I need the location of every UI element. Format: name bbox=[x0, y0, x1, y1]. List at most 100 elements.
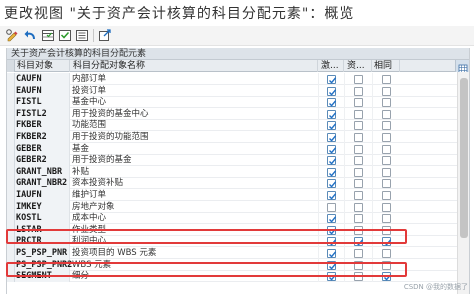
scrollbar-thumb[interactable] bbox=[460, 78, 468, 238]
asset-checkbox[interactable] bbox=[354, 86, 363, 96]
column-header-code[interactable]: 科目对象 bbox=[15, 60, 70, 72]
table-row[interactable]: LSTAR 作业类型 bbox=[7, 223, 469, 236]
table-row[interactable]: CAUFN 内部订单 bbox=[7, 73, 469, 85]
table-row[interactable]: FKBER 功能范围 bbox=[7, 119, 469, 132]
row-selector[interactable] bbox=[7, 131, 15, 143]
asset-checkbox[interactable] bbox=[354, 98, 363, 108]
row-selector[interactable] bbox=[7, 154, 15, 167]
active-checkbox[interactable] bbox=[327, 144, 337, 154]
table-settings-icon[interactable] bbox=[455, 60, 469, 74]
active-checkbox[interactable] bbox=[327, 191, 337, 200]
asset-checkbox[interactable] bbox=[354, 214, 363, 224]
row-selector[interactable] bbox=[7, 223, 15, 236]
same-checkbox[interactable] bbox=[382, 133, 391, 142]
asset-checkbox[interactable] bbox=[354, 202, 363, 212]
asset-checkbox[interactable] bbox=[354, 237, 364, 247]
table-row[interactable]: PS_PSP_PNR 投资项目的 WBS 元素 bbox=[7, 247, 469, 259]
undo-icon[interactable] bbox=[23, 28, 37, 43]
active-checkbox[interactable] bbox=[327, 249, 337, 258]
active-checkbox[interactable] bbox=[327, 133, 337, 142]
asset-checkbox[interactable] bbox=[354, 179, 363, 189]
same-checkbox[interactable] bbox=[382, 98, 391, 108]
row-selector[interactable] bbox=[7, 189, 15, 201]
row-selector[interactable] bbox=[7, 258, 15, 271]
table-row[interactable]: GRANT_NBR 补贴 bbox=[7, 165, 469, 178]
asset-checkbox[interactable] bbox=[354, 121, 363, 131]
row-selector[interactable] bbox=[7, 107, 15, 120]
same-checkbox[interactable] bbox=[382, 191, 391, 200]
export-icon[interactable] bbox=[98, 28, 112, 43]
same-checkbox[interactable] bbox=[382, 225, 391, 235]
table-row[interactable]: IMKEY 房地产对象 bbox=[7, 200, 469, 213]
same-checkbox[interactable] bbox=[382, 237, 392, 247]
row-selector[interactable] bbox=[7, 142, 15, 155]
column-header-same[interactable]: 相同 bbox=[372, 60, 400, 72]
same-checkbox[interactable] bbox=[382, 202, 391, 212]
column-header-asset[interactable]: 资... bbox=[344, 60, 372, 72]
display-change-icon[interactable] bbox=[5, 28, 19, 43]
table-row[interactable]: EAUFN 投资订单 bbox=[7, 84, 469, 97]
active-checkbox[interactable] bbox=[327, 121, 337, 131]
row-selector[interactable] bbox=[7, 73, 15, 85]
asset-checkbox[interactable] bbox=[354, 191, 363, 200]
column-header-active[interactable]: 激... bbox=[318, 60, 344, 72]
active-checkbox[interactable] bbox=[327, 272, 337, 282]
active-checkbox[interactable] bbox=[327, 86, 337, 96]
same-checkbox[interactable] bbox=[382, 121, 391, 131]
row-selector[interactable] bbox=[7, 119, 15, 132]
same-checkbox[interactable] bbox=[382, 109, 391, 119]
asset-checkbox[interactable] bbox=[354, 156, 363, 166]
table-row[interactable]: PRCTR 利润中心 bbox=[7, 235, 469, 248]
row-selector[interactable] bbox=[7, 177, 15, 190]
same-checkbox[interactable] bbox=[382, 260, 391, 270]
active-checkbox[interactable] bbox=[327, 179, 337, 189]
active-checkbox[interactable] bbox=[327, 98, 337, 108]
same-checkbox[interactable] bbox=[382, 156, 391, 166]
table-row[interactable]: FKBER2 用于投资的功能范围 bbox=[7, 131, 469, 143]
asset-checkbox[interactable] bbox=[354, 75, 363, 84]
active-checkbox[interactable] bbox=[327, 202, 336, 212]
row-selector[interactable] bbox=[7, 96, 15, 109]
same-checkbox[interactable] bbox=[382, 179, 391, 189]
row-selector[interactable] bbox=[7, 270, 15, 283]
row-selector[interactable] bbox=[7, 235, 15, 248]
active-checkbox[interactable] bbox=[327, 237, 337, 247]
active-checkbox[interactable] bbox=[327, 167, 337, 177]
table-row[interactable]: IAUFN 维护订单 bbox=[7, 189, 469, 201]
table-row[interactable]: FISTL2 用于投资的基金中心 bbox=[7, 107, 469, 120]
active-checkbox[interactable] bbox=[327, 225, 337, 235]
active-checkbox[interactable] bbox=[327, 214, 337, 224]
asset-checkbox[interactable] bbox=[354, 109, 363, 119]
table-row[interactable]: KOSTL 成本中心 bbox=[7, 212, 469, 225]
asset-checkbox[interactable] bbox=[354, 260, 363, 270]
row-selector[interactable] bbox=[7, 200, 15, 213]
asset-checkbox[interactable] bbox=[354, 249, 363, 258]
row-selector[interactable] bbox=[7, 212, 15, 225]
asset-checkbox[interactable] bbox=[354, 272, 363, 282]
asset-checkbox[interactable] bbox=[354, 225, 363, 235]
table-row[interactable]: PS_PSP_PNR2 WBS 元素 bbox=[7, 258, 469, 271]
active-checkbox[interactable] bbox=[327, 156, 337, 166]
deselect-icon[interactable] bbox=[75, 28, 89, 43]
active-checkbox[interactable] bbox=[327, 260, 337, 270]
same-checkbox[interactable] bbox=[382, 272, 392, 282]
table-row[interactable]: GEBER 基金 bbox=[7, 142, 469, 155]
column-header-name[interactable]: 科目分配对象名称 bbox=[70, 60, 318, 72]
same-checkbox[interactable] bbox=[382, 86, 391, 96]
table-row[interactable]: FISTL 基金中心 bbox=[7, 96, 469, 109]
same-checkbox[interactable] bbox=[382, 249, 391, 258]
same-checkbox[interactable] bbox=[382, 75, 391, 84]
same-checkbox[interactable] bbox=[382, 214, 391, 224]
select-all-icon[interactable] bbox=[58, 28, 72, 43]
active-checkbox[interactable] bbox=[327, 75, 337, 84]
table-row[interactable]: GEBER2 用于投资的基金 bbox=[7, 154, 469, 167]
asset-checkbox[interactable] bbox=[354, 144, 363, 154]
vertical-scrollbar[interactable] bbox=[457, 72, 469, 294]
table-icon[interactable] bbox=[41, 28, 55, 43]
asset-checkbox[interactable] bbox=[354, 167, 363, 177]
row-selector[interactable] bbox=[7, 84, 15, 97]
asset-checkbox[interactable] bbox=[354, 133, 363, 142]
table-row[interactable]: SEGMENT 细分 bbox=[7, 270, 469, 283]
select-all-rows-handle[interactable] bbox=[7, 60, 15, 72]
same-checkbox[interactable] bbox=[382, 144, 391, 154]
